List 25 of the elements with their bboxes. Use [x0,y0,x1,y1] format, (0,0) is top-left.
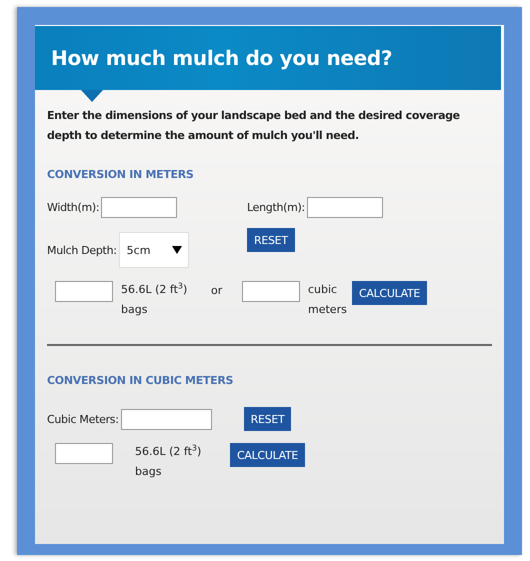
depth-dropdown[interactable]: 5cm [118,232,189,268]
input-field[interactable] [101,197,178,218]
intro-text: Enter the dimensions of your landscape bed and the desired coverage depth to determine the amount of mulch you'll need. [47,108,461,144]
pointer-icon [81,90,103,102]
input-field[interactable] [55,443,113,464]
or-label: or [211,284,224,297]
field-label: Length(m): [247,201,305,214]
field-label: Width(m): [47,201,100,214]
section-heading: CONVERSION IN METERS [47,168,195,181]
calculate-button[interactable]: CALCULATE [230,443,306,467]
reset-button[interactable]: RESET [244,407,292,431]
unit-label: cubic meters [308,282,348,318]
section-heading: CONVERSION IN CUBIC METERS [47,374,234,387]
input-field[interactable] [242,281,300,302]
field-label: Mulch Depth: [47,244,117,256]
unit-label: 56.6L (2 ft$^{3}$) bags [135,442,202,480]
reset-button[interactable]: RESET [247,228,295,252]
input-field[interactable] [55,281,113,302]
caret-icon [172,246,182,254]
input-field[interactable] [120,408,212,430]
field-label: Cubic Meters: [47,412,119,426]
unit-label: 56.6L (2 ft$^{3}$) bags [121,280,188,318]
calculate-button[interactable]: CALCULATE [352,281,428,305]
input-field[interactable] [306,197,383,218]
page-title: How much mulch do you need? [51,46,392,70]
